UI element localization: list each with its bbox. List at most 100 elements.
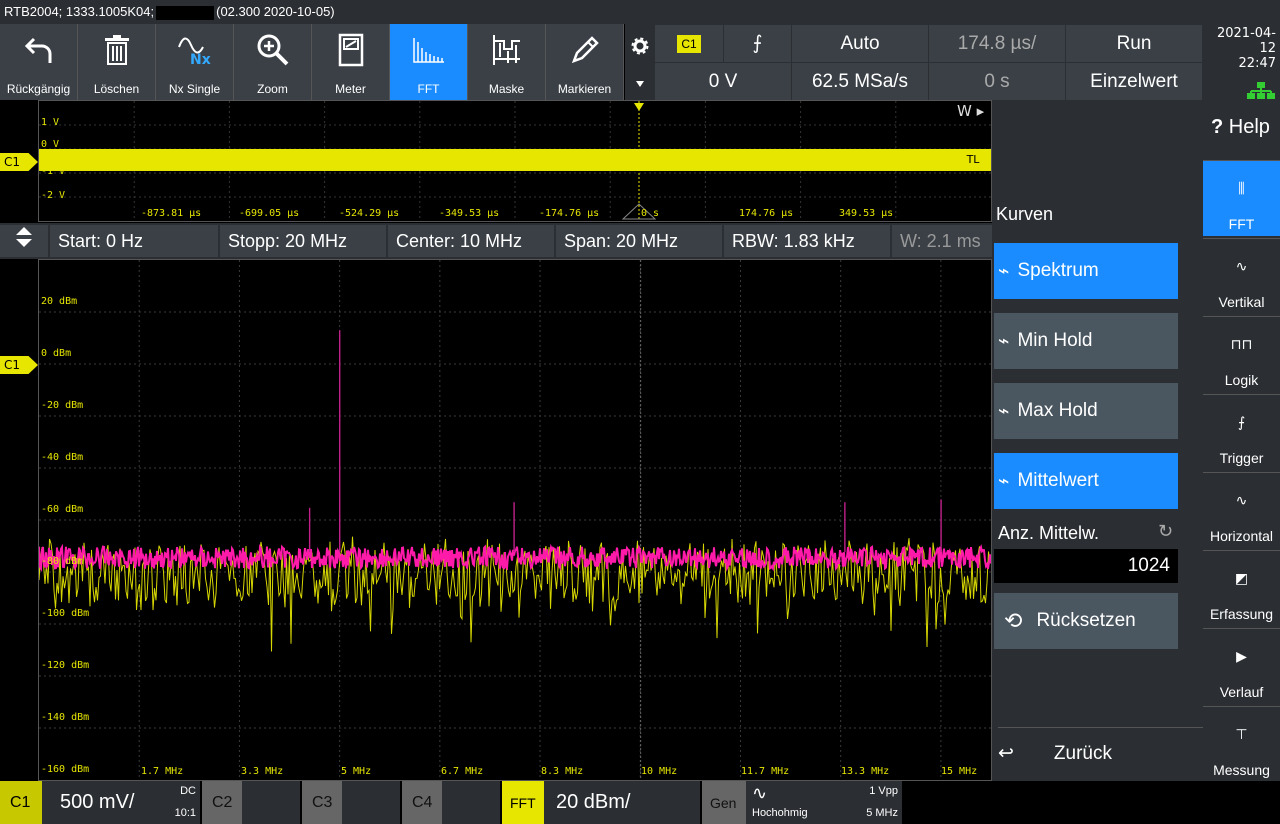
overview-x-label: -873.81 µs (141, 208, 201, 219)
sample-rate[interactable]: 62.5 MSa/s (792, 63, 928, 100)
zoom-window-indicator[interactable]: W ▸ (957, 102, 984, 120)
fft-rbw[interactable]: RBW: 1.83 kHz (724, 225, 890, 257)
spectrum-y-label: -100 dBm (41, 608, 89, 619)
spectrum-icon: ⌁ (998, 260, 1010, 282)
panel-heading: Kurven (996, 204, 1054, 224)
fft-label: FFT (417, 82, 440, 96)
rising-edge-icon: ⨍ (752, 33, 763, 54)
spectrum-y-label: 20 dBm (41, 296, 77, 307)
mask-button[interactable]: Maske (468, 24, 546, 100)
toolbar-settings[interactable] (625, 24, 655, 100)
menu-acquisition[interactable]: ◩ Erfassung (1203, 550, 1280, 626)
spectrum-x-label: 10 MHz (641, 766, 677, 777)
zoom-button[interactable]: Zoom (234, 24, 312, 100)
main-menu: ? Help ⫼ FFT ∿ Vertikal ⊓⊓ Logik ⨍ Trigger ∿… (1203, 100, 1280, 781)
channel-c3-settings[interactable] (342, 781, 400, 824)
delete-button[interactable]: Löschen (78, 24, 156, 100)
fft-button[interactable]: FFT (390, 24, 468, 100)
menu-vertical[interactable]: ∿ Vertikal (1203, 238, 1280, 314)
time-offset[interactable]: 0 s (929, 63, 1065, 100)
spectrum-x-label: 13.3 MHz (841, 766, 889, 777)
c1-coupling: DC (180, 785, 196, 797)
trigger-source[interactable]: C1 (655, 25, 723, 62)
spectrum-icon: ⌁ (998, 400, 1010, 422)
spectrum-x-label: 15 MHz (941, 766, 977, 777)
timebase[interactable]: 174.8 µs/ (929, 25, 1065, 62)
spectrum-icon: ⌁ (998, 330, 1010, 352)
fft-start[interactable]: Start: 0 Hz (50, 225, 218, 257)
fft-scale[interactable]: 20 dBm/ (544, 781, 700, 824)
menu-logic[interactable]: ⊓⊓ Logik (1203, 316, 1280, 392)
channel-c1-settings[interactable]: 500 mV/ DC 10:1 (42, 781, 200, 824)
c1-waveform-band (39, 149, 991, 171)
undo-icon (24, 30, 54, 70)
trigger-mode[interactable]: Auto (792, 25, 928, 62)
channel-c2-settings[interactable] (242, 781, 300, 824)
spectrum-channel-marker[interactable]: C1 (0, 356, 38, 374)
trigger-icon: ⨍ (1237, 414, 1246, 430)
time-overview[interactable]: 1 V 0 V -1 V -2 V -873.81 µs -699.05 µs -524.2… (38, 100, 992, 222)
device-id: RTB2004; 1333.1005K04; (4, 4, 155, 19)
generator-settings[interactable]: ∿ Hochohmig 1 Vpp 5 MHz (746, 781, 902, 824)
average-count-label: Anz. Mittelw. (998, 523, 1100, 543)
meter-button[interactable]: Meter (312, 24, 390, 100)
menu-history[interactable]: ▶ Verlauf (1203, 628, 1280, 704)
undo-button[interactable]: Rückgängig (0, 24, 78, 100)
menu-measure[interactable]: ⊤ Messung (1203, 706, 1280, 782)
svg-text:Nx: Nx (190, 52, 211, 67)
spectrum-y-label: -80 dBm (41, 556, 83, 567)
gen-frequency: 5 MHz (866, 807, 898, 819)
fft-span[interactable]: Span: 20 MHz (556, 225, 722, 257)
horizontal-icon: ∿ (1235, 492, 1248, 508)
trigger-slope[interactable]: ⨍ (724, 25, 791, 62)
generator-tab[interactable]: Gen (702, 781, 746, 824)
back-button[interactable]: ↩ Zurück (998, 727, 1203, 779)
fft-spectrum-plot[interactable]: 20 dBm 0 dBm -20 dBm -40 dBm -60 dBm -80 dBm -… (38, 259, 992, 781)
channel-c1-tab[interactable]: C1 (0, 781, 42, 824)
menu-horizontal[interactable]: ∿ Horizontal (1203, 472, 1280, 548)
chevron-down-icon[interactable] (635, 80, 645, 88)
nx-single-button[interactable]: Nx Nx Single (156, 24, 234, 100)
channel-c4-tab[interactable]: C4 (402, 781, 442, 824)
channel-c2-tab[interactable]: C2 (202, 781, 242, 824)
reset-button[interactable]: ⟲ Rücksetzen (994, 593, 1178, 649)
single-button[interactable]: Einzelwert (1066, 63, 1202, 100)
spectrum-x-label: 8.3 MHz (541, 766, 583, 777)
overview-y-label: -2 V (41, 190, 65, 201)
average-count-input[interactable]: 1024 (994, 549, 1178, 583)
meter-icon (338, 30, 364, 70)
refresh-icon[interactable]: ↻ (1158, 521, 1173, 542)
fft-tab[interactable]: FFT (502, 781, 544, 824)
fft-center[interactable]: Center: 10 MHz (388, 225, 554, 257)
overview-x-label: -524.29 µs (339, 208, 399, 219)
help-button[interactable]: ? Help (1211, 116, 1270, 139)
run-button[interactable]: Run (1066, 25, 1202, 62)
pencil-icon (568, 30, 602, 70)
spectrum-y-label: 0 dBm (41, 348, 71, 359)
channel-c3-tab[interactable]: C3 (302, 781, 342, 824)
trigger-level[interactable]: 0 V (655, 63, 791, 100)
overview-channel-marker[interactable]: C1 (0, 153, 38, 171)
fft-window[interactable]: W: 2.1 ms (892, 225, 992, 257)
channel-c4-settings[interactable] (442, 781, 500, 824)
gear-icon[interactable] (631, 37, 649, 55)
collapse-toggle[interactable] (0, 225, 48, 257)
mask-icon (490, 30, 524, 70)
curve-spectrum-button[interactable]: ⌁ Spektrum (994, 243, 1178, 299)
spectrum-x-label: 6.7 MHz (441, 766, 483, 777)
clock: 2021-04-12 22:47 (1203, 24, 1280, 100)
curve-minhold-button[interactable]: ⌁ Min Hold (994, 313, 1178, 369)
undo-label: Rückgängig (6, 82, 71, 96)
zoom-icon (256, 30, 290, 70)
mark-button[interactable]: Markieren (546, 24, 624, 100)
measure-icon: ⊤ (1235, 726, 1248, 742)
spectrum-y-label: -40 dBm (41, 452, 83, 463)
trash-icon (104, 30, 130, 70)
menu-trigger[interactable]: ⨍ Trigger (1203, 394, 1280, 470)
delete-label: Löschen (93, 82, 140, 96)
overview-grid: 1 V 0 V -1 V -2 V -873.81 µs -699.05 µs -524.2… (39, 101, 991, 221)
curve-average-button[interactable]: ⌁ Mittelwert (994, 453, 1178, 509)
curve-maxhold-button[interactable]: ⌁ Max Hold (994, 383, 1178, 439)
fft-stop[interactable]: Stopp: 20 MHz (220, 225, 386, 257)
menu-fft[interactable]: ⫼ FFT (1203, 160, 1280, 236)
